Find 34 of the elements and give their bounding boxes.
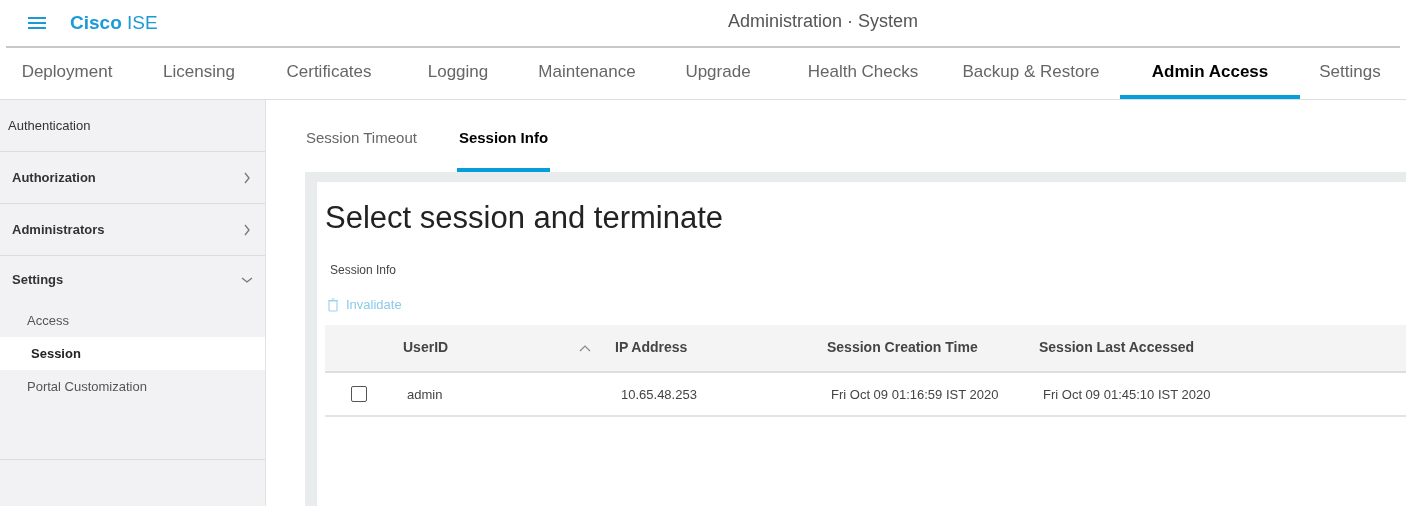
nav-tab[interactable]: Logging: [394, 48, 522, 99]
nav-tab[interactable]: Admin Access: [1120, 48, 1300, 99]
column-header[interactable]: IP Address: [615, 337, 688, 358]
table-cell: Fri Oct 09 01:16:59 IST 2020: [831, 386, 999, 402]
sidebar-subitem[interactable]: Portal Customization: [0, 370, 265, 403]
column-header[interactable]: Session Creation Time: [827, 337, 978, 358]
nav-tab[interactable]: Maintenance: [522, 48, 652, 99]
sidebar-subitem[interactable]: Session: [0, 337, 265, 370]
column-header[interactable]: UserID: [403, 337, 449, 358]
sidebar-item[interactable]: Authorization: [12, 167, 96, 188]
section-label: Session Info: [330, 262, 397, 279]
row-checkbox[interactable]: [351, 385, 367, 402]
table-cell: admin: [407, 386, 443, 402]
sidebar-item[interactable]: Settings: [12, 270, 64, 290]
table-cell: 10.65.48.253: [621, 386, 697, 402]
nav-tab[interactable]: Deployment: [0, 48, 134, 99]
nav-tab[interactable]: Licensing: [134, 48, 264, 99]
sidebar-item[interactable]: Administrators: [12, 219, 105, 240]
nav-tab[interactable]: Upgrade: [652, 48, 784, 99]
sidebar-subitem[interactable]: Access: [0, 304, 265, 337]
sort-ascending-icon[interactable]: [579, 343, 591, 352]
sub-tab[interactable]: Session Timeout: [304, 122, 419, 172]
app-logo: Cisco ISE: [70, 10, 158, 35]
sidebar-item[interactable]: Authentication: [8, 115, 91, 136]
menu-icon[interactable]: [28, 16, 46, 30]
nav-tab[interactable]: Settings: [1300, 48, 1400, 99]
nav-tab[interactable]: Health Checks: [784, 48, 942, 99]
nav-tab[interactable]: Certificates: [264, 48, 394, 99]
table-cell: Fri Oct 09 01:45:10 IST 2020: [1043, 386, 1211, 402]
panel-heading: Select session and terminate: [325, 202, 725, 233]
page-title: Administration · System: [728, 10, 919, 33]
column-header[interactable]: Session Last Accessed: [1039, 337, 1195, 358]
trash-icon: [328, 297, 338, 312]
nav-tab[interactable]: Backup & Restore: [942, 48, 1120, 99]
